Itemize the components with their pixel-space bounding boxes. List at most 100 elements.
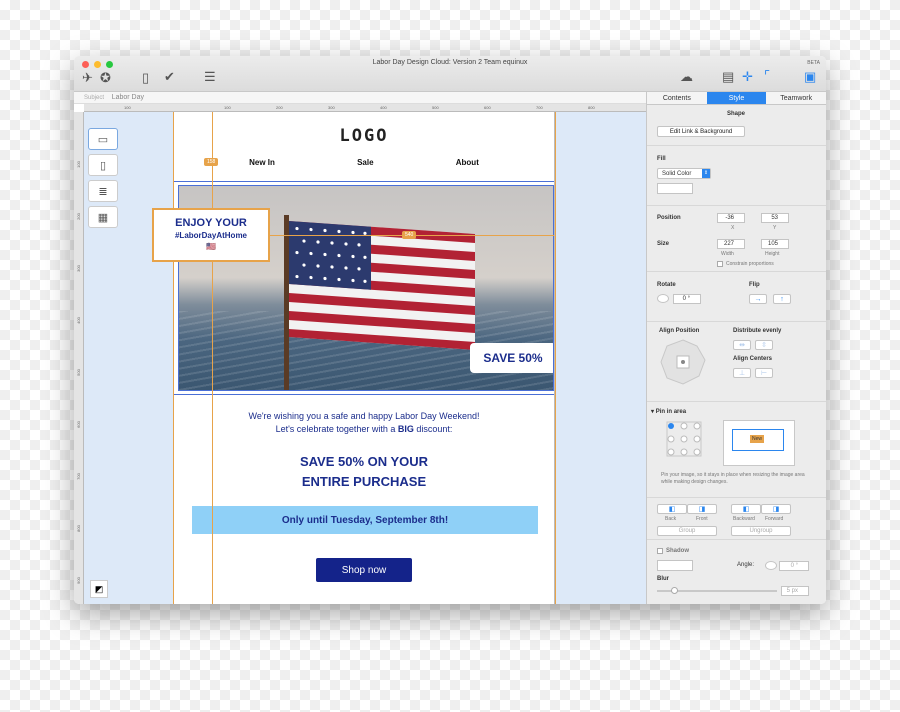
edit-link-button[interactable]: Edit Link & Background (657, 126, 745, 137)
align-section: Align Position Distribute evenly ⇹ ⇳ Ali… (647, 322, 826, 402)
height-label: Height (765, 251, 780, 257)
chat-icon[interactable]: ☰ (204, 70, 216, 83)
device-preview-tools: ▭ ▯ ≣ ▦ (88, 128, 120, 228)
mobile-icon[interactable]: ▯ (88, 154, 118, 176)
section-divider (174, 181, 554, 182)
tab-contents[interactable]: Contents (647, 92, 707, 104)
align-position-wheel[interactable] (659, 338, 707, 386)
group-button[interactable]: Group (657, 526, 717, 536)
position-x-input[interactable]: -36 (717, 213, 745, 223)
angle-label: Angle: (737, 562, 755, 568)
align-center-horizontal-button[interactable]: ⊥ (733, 368, 751, 378)
tab-teamwork[interactable]: Teamwork (766, 92, 826, 104)
front-button[interactable]: Front (696, 516, 708, 522)
intro-message[interactable]: We're wishing you a safe and happy Labor… (174, 410, 554, 436)
ungroup-button[interactable]: Ungroup (731, 526, 791, 536)
back-icon[interactable]: ◧ (657, 504, 687, 514)
intro-emphasis: BIG (397, 424, 414, 434)
intro-text: Let's celebrate together with a (275, 424, 398, 434)
crosshair-icon[interactable]: ✛ (742, 70, 753, 83)
ruler-vertical[interactable]: 100 200 300 400 500 600 700 800 900 (74, 112, 84, 604)
devices-icon[interactable]: ▯ (142, 71, 149, 84)
headline[interactable]: SAVE 50% ON YOUR ENTIRE PURCHASE (174, 452, 554, 492)
blur-label: Blur (657, 576, 669, 582)
blur-slider-handle[interactable] (671, 587, 678, 594)
window-title: Labor Day Design Cloud: Version 2 Team e… (372, 59, 528, 66)
shadow-checkbox[interactable] (657, 548, 663, 554)
fill-color-well[interactable] (657, 183, 693, 194)
position-y-input[interactable]: 53 (761, 213, 789, 223)
width-label: Width (721, 251, 734, 257)
intro-line-2: Let's celebrate together with a BIG disc… (174, 423, 554, 436)
nav-item-about[interactable]: About (456, 158, 479, 167)
selected-callout-box[interactable]: ENJOY YOUR #LaborDayAtHome 🇺🇸 (152, 208, 270, 262)
front-icon[interactable]: ◨ (687, 504, 717, 514)
rotate-dial[interactable] (657, 294, 669, 303)
callout-hashtag: #LaborDayAtHome (174, 231, 247, 240)
checkmark-icon[interactable]: ✔ (164, 70, 175, 83)
back-button[interactable]: Back (665, 516, 676, 522)
beta-badge: BETA (807, 60, 820, 66)
distribute-horizontal-button[interactable]: ⇹ (733, 340, 751, 350)
nav-item-sale[interactable]: Sale (357, 158, 373, 167)
deadline-banner[interactable]: Only until Tuesday, September 8th! (192, 506, 538, 534)
airplane-icon[interactable]: ✈ (82, 71, 93, 84)
fill-type-select[interactable]: Solid Color ⇕ (657, 168, 711, 179)
transform-section: Rotate 0 ° Flip → ↑ (647, 272, 826, 322)
guide-line[interactable] (212, 112, 213, 604)
distribute-vertical-button[interactable]: ⇳ (755, 340, 773, 350)
flip-horizontal-button[interactable]: → (749, 294, 767, 304)
align-center-vertical-button[interactable]: ⊢ (755, 368, 773, 378)
angle-dial[interactable] (765, 561, 777, 570)
ruler-tick: 600 (484, 105, 491, 110)
intro-text: discount: (413, 424, 453, 434)
guide-measure-badge: 540 (402, 231, 417, 239)
rotate-input[interactable]: 0 ° (673, 294, 701, 304)
ruler-tick: 900 (75, 577, 81, 584)
backward-button[interactable]: Backward (733, 516, 755, 522)
layout-icon[interactable]: ▤ (722, 70, 734, 83)
pin-anchor-grid[interactable] (665, 420, 703, 458)
fill-label: Fill (657, 156, 666, 162)
corner-icon[interactable]: ⌜ (764, 69, 770, 82)
forward-button[interactable]: Forward (765, 516, 783, 522)
email-preview[interactable]: LOGO New In Sale About SAVE 50% We're wi… (173, 112, 555, 604)
distribute-label: Distribute evenly (733, 328, 782, 334)
shadow-color-well[interactable] (657, 560, 693, 571)
headline-line-1: SAVE 50% ON YOUR (299, 454, 429, 469)
cloud-icon[interactable]: ☁ (680, 70, 693, 83)
backward-icon[interactable]: ◧ (731, 504, 761, 514)
inspector-panel: Contents Style Teamwork Shape Edit Link … (646, 92, 826, 604)
design-canvas[interactable]: ▭ ▯ ≣ ▦ ◩ LOGO New In Sale About SAVE 50… (84, 112, 646, 604)
height-input[interactable]: 105 (761, 239, 789, 249)
stamp-icon[interactable]: ✪ (100, 71, 111, 84)
size-label: Size (657, 241, 670, 247)
nav-item-new-in[interactable]: New In (249, 158, 275, 167)
tab-style[interactable]: Style (706, 92, 767, 104)
blur-input[interactable]: 5 px (781, 586, 809, 596)
width-input[interactable]: 227 (717, 239, 745, 249)
document-icon[interactable]: ≣ (88, 180, 118, 202)
laptop-icon[interactable]: ▭ (88, 128, 118, 150)
subject-input[interactable]: Labor Day (112, 94, 144, 101)
ruler-tick: 100 (224, 105, 231, 110)
constrain-checkbox[interactable] (717, 261, 723, 267)
shop-now-button[interactable]: Shop now (316, 558, 412, 582)
template-icon[interactable]: ▦ (88, 206, 118, 228)
section-divider (174, 394, 554, 395)
crop-icon[interactable]: ◩ (90, 580, 108, 598)
headline-line-2: ENTIRE PURCHASE (301, 474, 427, 489)
forward-icon[interactable]: ◨ (761, 504, 791, 514)
ruler-tick: 300 (75, 265, 81, 272)
flip-vertical-button[interactable]: ↑ (773, 294, 791, 304)
angle-input[interactable]: 0 ° (779, 561, 809, 571)
fill-type-value: Solid Color (662, 171, 692, 177)
shape-label: Shape (727, 111, 746, 117)
arrange-section: ◧ ◨ ◧ ◨ Back Front Backward Forward Grou… (647, 498, 826, 540)
ruler-horizontal[interactable]: 100 100 200 300 400 500 600 700 800 (84, 104, 646, 112)
callout-title: ENJOY YOUR (175, 217, 247, 229)
logo[interactable]: LOGO (174, 126, 554, 146)
subject-bar[interactable]: Subject Labor Day (74, 92, 646, 104)
sidebar-icon[interactable]: ▣ (804, 70, 816, 83)
geometry-section: Position -36 53 X Y Size 227 105 Width H… (647, 206, 826, 272)
